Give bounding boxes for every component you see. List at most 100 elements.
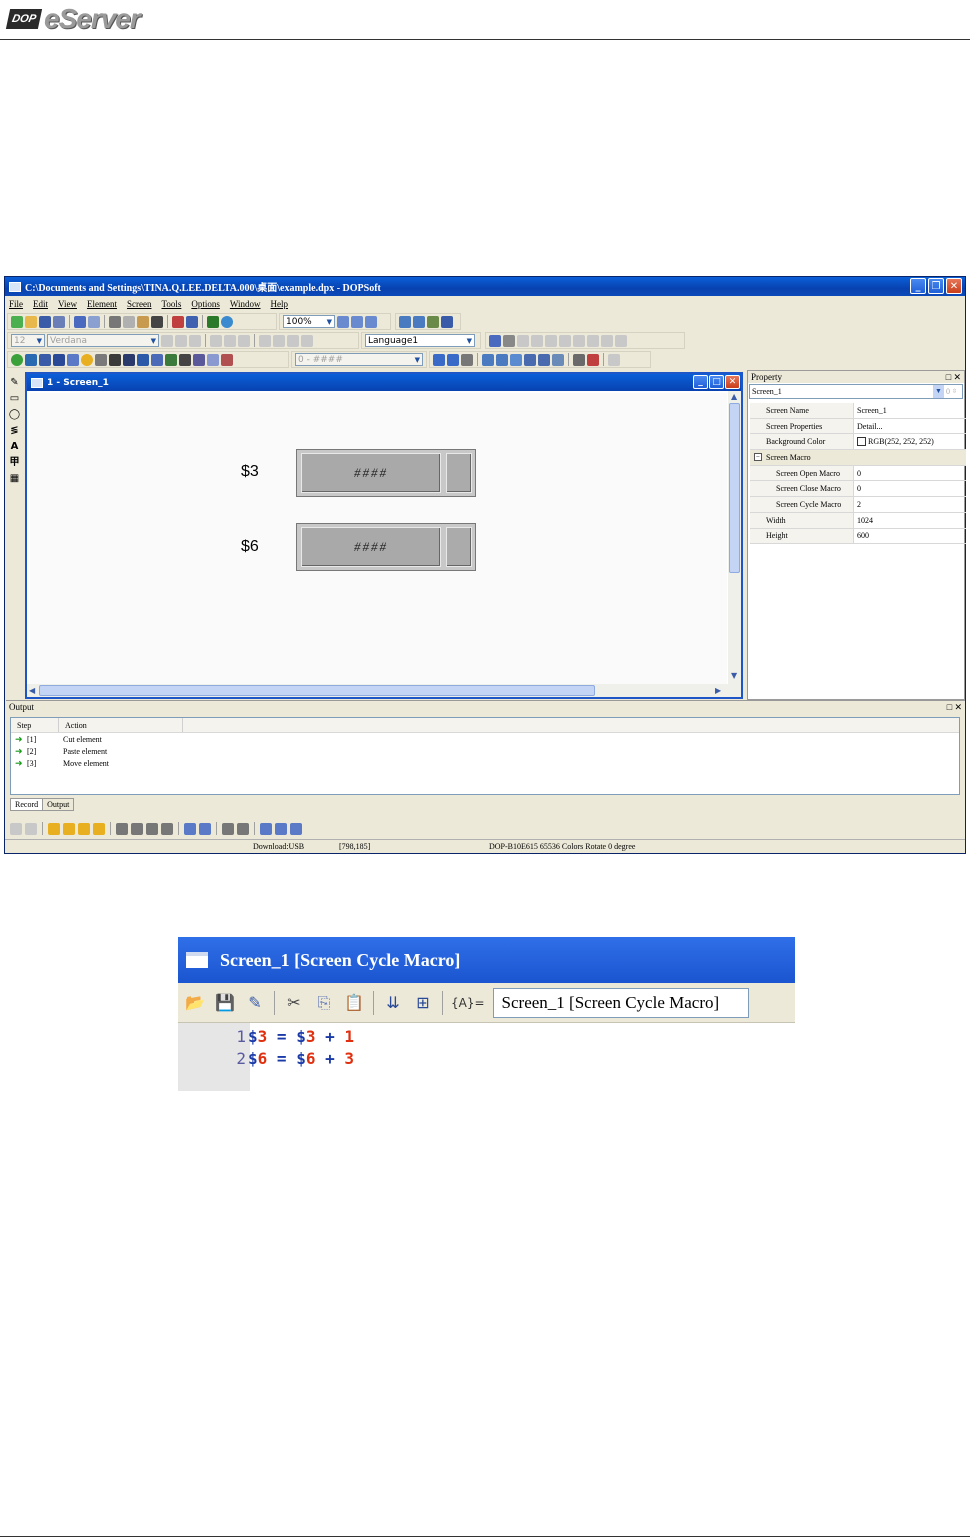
button-element-icon[interactable] bbox=[11, 353, 23, 366]
property-object-select[interactable]: Screen_1 ▼ 0 ⇳ bbox=[749, 384, 963, 399]
screen-canvas[interactable]: $3 #### $6 #### bbox=[30, 393, 727, 685]
line-icon[interactable] bbox=[489, 334, 501, 347]
list-item[interactable]: ➜ [3] Move element bbox=[11, 757, 959, 769]
trend-element-icon[interactable] bbox=[137, 353, 149, 366]
close-button[interactable]: ✕ bbox=[946, 278, 962, 294]
bring-front-icon[interactable] bbox=[48, 822, 60, 835]
code-line-2[interactable]: 2 $6 = $6 + 3 bbox=[178, 1047, 354, 1069]
rotate-cw-icon[interactable] bbox=[399, 315, 411, 328]
font-name-select[interactable]: Verdana ▼ bbox=[47, 334, 159, 347]
sort-icon[interactable]: ⇊ bbox=[382, 992, 404, 1014]
xy-chart-element-icon[interactable] bbox=[151, 353, 163, 366]
macro-titlebar[interactable]: Screen_1 [Screen Cycle Macro] bbox=[178, 937, 795, 983]
space-v-icon[interactable] bbox=[237, 822, 249, 835]
display-element-icon[interactable] bbox=[95, 353, 107, 366]
menu-window[interactable]: Window bbox=[230, 299, 261, 309]
property-row-screen-open-macro[interactable]: Screen Open Macro 0 bbox=[750, 465, 966, 482]
pencil-tool-icon[interactable]: ✎ bbox=[9, 377, 21, 388]
minimize-button[interactable]: _ bbox=[910, 278, 926, 294]
menu-options[interactable]: Options bbox=[191, 299, 220, 309]
property-group-screen-macro[interactable]: − Screen Macro bbox=[750, 450, 966, 466]
menu-edit[interactable]: Edit bbox=[33, 299, 48, 309]
font-size-select[interactable]: 12 ▼ bbox=[11, 334, 45, 347]
screen-minimize-button[interactable]: _ bbox=[693, 375, 708, 389]
menu-view[interactable]: View bbox=[58, 299, 77, 309]
state-edit-icon[interactable] bbox=[461, 353, 473, 366]
copy-icon[interactable] bbox=[123, 315, 135, 328]
column-action[interactable]: Action bbox=[59, 718, 183, 732]
open-folder-icon[interactable]: 📂 bbox=[184, 992, 206, 1014]
screen-maximize-button[interactable]: □ bbox=[709, 375, 724, 389]
zoom-in-icon[interactable] bbox=[337, 315, 349, 328]
send-back-icon[interactable] bbox=[63, 822, 75, 835]
mirror-icon[interactable] bbox=[441, 315, 453, 328]
graph-element-icon[interactable] bbox=[109, 353, 121, 366]
restore-button[interactable]: ❐ bbox=[928, 278, 944, 294]
center-v-icon[interactable] bbox=[199, 822, 211, 835]
paste-icon[interactable] bbox=[137, 315, 149, 328]
download-icon[interactable] bbox=[186, 315, 198, 328]
screen-delete-icon[interactable] bbox=[552, 353, 564, 366]
zoom-out-icon[interactable] bbox=[351, 315, 363, 328]
numeric-display-6[interactable]: #### bbox=[296, 523, 476, 571]
property-row-height[interactable]: Height 600 bbox=[750, 528, 966, 545]
screen-close-button[interactable]: ✕ bbox=[725, 375, 740, 389]
language-select[interactable]: Language1 ▼ bbox=[365, 334, 475, 347]
macro-code-area[interactable]: 1 $3 = $3 + 1 2 $6 = $6 + 3 bbox=[178, 1023, 795, 1091]
center-h-icon[interactable] bbox=[184, 822, 196, 835]
lamp-element-icon[interactable] bbox=[81, 353, 93, 366]
screen-prev-icon[interactable] bbox=[482, 353, 494, 366]
state-1-icon[interactable] bbox=[447, 353, 459, 366]
property-row-background-color[interactable]: Background Color RGB(252, 252, 252) bbox=[750, 434, 966, 451]
table-element-icon[interactable] bbox=[207, 353, 219, 366]
same-height-icon[interactable] bbox=[275, 822, 287, 835]
undo-icon[interactable] bbox=[74, 315, 86, 328]
scroll-left-icon[interactable]: ◀ bbox=[29, 686, 35, 695]
scroll-down-icon[interactable]: ▼ bbox=[731, 671, 737, 680]
rotate-ccw-icon[interactable] bbox=[413, 315, 425, 328]
menu-file[interactable]: File bbox=[9, 299, 23, 309]
send-backward-icon[interactable] bbox=[93, 822, 105, 835]
chevron-down-icon[interactable]: ▼ bbox=[933, 385, 944, 398]
simulate-icon[interactable] bbox=[221, 315, 233, 328]
zoom-select[interactable]: 100% ▼ bbox=[283, 315, 335, 328]
recipe-element-icon[interactable] bbox=[221, 353, 233, 366]
polyline-tool-icon[interactable]: ≶ bbox=[9, 425, 21, 436]
collapse-icon[interactable]: − bbox=[754, 453, 762, 462]
scroll-right-icon[interactable]: ▶ bbox=[715, 686, 721, 695]
variable-assign-button[interactable]: {A}= bbox=[451, 996, 485, 1010]
compile-icon[interactable] bbox=[172, 315, 184, 328]
save-all-icon[interactable] bbox=[53, 315, 65, 328]
layer-icon[interactable] bbox=[587, 353, 599, 366]
redo-icon[interactable] bbox=[88, 315, 100, 328]
property-panel-controls[interactable]: □ ✕ bbox=[946, 372, 961, 383]
cut-icon[interactable] bbox=[109, 315, 121, 328]
save-icon[interactable] bbox=[39, 315, 51, 328]
column-step[interactable]: Step bbox=[11, 718, 59, 732]
property-row-screen-name[interactable]: Screen Name Screen_1 bbox=[750, 403, 966, 419]
align-tool-1-icon[interactable] bbox=[503, 334, 515, 347]
format-select[interactable]: 0 - #### ▼ bbox=[295, 353, 423, 366]
keypad-element-icon[interactable] bbox=[179, 353, 191, 366]
vertical-scrollbar[interactable]: ▲ ▼ bbox=[728, 391, 741, 687]
list-item[interactable]: ➜ [2] Paste element bbox=[11, 745, 959, 757]
property-row-screen-cycle-macro[interactable]: Screen Cycle Macro 2 bbox=[750, 497, 966, 513]
tab-output[interactable]: Output bbox=[43, 798, 75, 811]
property-row-screen-close-macro[interactable]: Screen Close Macro 0 bbox=[750, 481, 966, 498]
save-icon[interactable]: 💾 bbox=[214, 992, 236, 1014]
menu-tools[interactable]: Tools bbox=[161, 299, 181, 309]
align-right-edge-icon[interactable] bbox=[131, 822, 143, 835]
align-left-edge-icon[interactable] bbox=[116, 822, 128, 835]
screen-copy-icon[interactable] bbox=[524, 353, 536, 366]
text-tool-icon[interactable]: A bbox=[9, 441, 21, 452]
space-h-icon[interactable] bbox=[222, 822, 234, 835]
insert-icon[interactable]: ⊞ bbox=[412, 992, 434, 1014]
property-row-width[interactable]: Width 1024 bbox=[750, 512, 966, 529]
rectangle-tool-icon[interactable]: ▭ bbox=[9, 393, 21, 404]
scroll-up-icon[interactable]: ▲ bbox=[731, 392, 737, 401]
numeric-display-3[interactable]: #### bbox=[296, 449, 476, 497]
find-icon[interactable] bbox=[151, 315, 163, 328]
picture-tool-icon[interactable]: 甲 bbox=[9, 457, 21, 468]
same-width-icon[interactable] bbox=[260, 822, 272, 835]
screen-list-icon[interactable] bbox=[510, 353, 522, 366]
